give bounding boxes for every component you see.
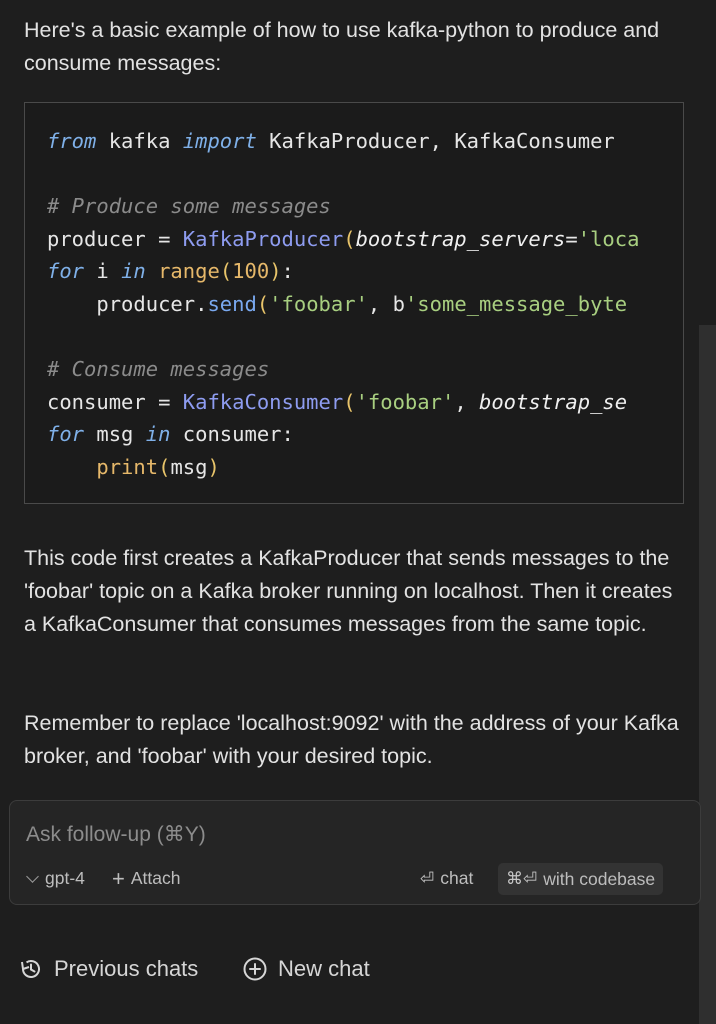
code-token: , — [454, 389, 479, 414]
followup-box: gpt-4 + Attach ⏎ chat ⌘⏎ with codebase — [9, 800, 701, 905]
code-token: ) — [269, 259, 282, 284]
codebase-button[interactable]: ⌘⏎ with codebase — [498, 863, 664, 895]
code-token: bootstrap_servers — [355, 226, 566, 251]
enter-icon: ⏎ — [420, 868, 435, 888]
chevron-down-icon — [26, 869, 39, 883]
code-token: import — [182, 129, 257, 153]
code-token: ) — [207, 454, 220, 479]
code-line: from kafka import KafkaProducer, KafkaCo… — [47, 125, 661, 158]
code-line: for msg in consumer: — [47, 418, 661, 451]
followup-toolbar: gpt-4 + Attach ⏎ chat ⌘⏎ with codebase — [26, 863, 686, 897]
previous-chats-button[interactable]: Previous chats — [18, 956, 198, 982]
code-token: = — [565, 226, 578, 251]
plus-circle-icon — [243, 957, 267, 981]
code-token: , b — [367, 291, 405, 316]
code-token: in — [145, 422, 171, 447]
code-line: producer = KafkaProducer(bootstrap_serve… — [47, 223, 661, 256]
previous-chats-label: Previous chats — [54, 956, 199, 981]
code-token: msg — [170, 454, 208, 479]
code-token: # Produce some messages — [47, 194, 331, 219]
attach-button[interactable]: + Attach — [112, 865, 181, 891]
model-label: gpt-4 — [45, 868, 85, 888]
code-content: from kafka import KafkaProducer, KafkaCo… — [47, 125, 661, 484]
plus-icon: + — [112, 865, 125, 891]
reminder-text: Remember to replace 'localhost:9092' wit… — [24, 711, 679, 768]
code-token: ( — [343, 226, 356, 251]
code-line: for i in range(100): — [47, 255, 661, 288]
code-token: 'some_message_byte — [404, 291, 628, 316]
code-token: 'foobar' — [269, 291, 368, 316]
intro-text: Here's a basic example of how to use kaf… — [24, 18, 660, 75]
code-token: ( — [256, 291, 270, 316]
history-icon — [21, 960, 40, 978]
model-selector[interactable]: gpt-4 — [26, 868, 85, 889]
chat-label: chat — [440, 868, 474, 888]
code-token: send — [207, 291, 257, 316]
new-chat-label: New chat — [278, 956, 370, 981]
command-icon: ⌘⏎ — [506, 869, 538, 888]
code-token: ( — [158, 454, 171, 479]
code-token: kafka — [96, 129, 183, 153]
code-token: for — [47, 422, 85, 447]
code-token: KafkaProducer, KafkaConsumer — [256, 129, 615, 153]
code-token: consumer: — [170, 422, 294, 447]
code-token: bootstrap_se — [479, 389, 628, 414]
code-token: 'foobar' — [355, 389, 455, 414]
code-token: ( — [219, 259, 233, 284]
code-token: # Consume messages — [47, 357, 270, 382]
code-token: print — [96, 454, 159, 479]
code-token: ( — [343, 389, 356, 414]
explanation-text: This code first creates a KafkaProducer … — [24, 546, 673, 636]
code-line: consumer = KafkaConsumer('foobar', boots… — [47, 386, 661, 419]
code-line: # Produce some messages — [47, 190, 661, 223]
code-line: print(msg) — [47, 451, 661, 484]
code-token: i — [84, 259, 122, 284]
scrollbar[interactable] — [699, 325, 716, 1024]
chat-button[interactable]: ⏎ chat — [420, 868, 473, 889]
code-token: in — [121, 259, 146, 284]
code-token: producer = — [47, 226, 183, 251]
code-token: range — [158, 259, 220, 284]
codebase-label: with codebase — [543, 868, 656, 889]
code-token: producer. — [47, 291, 208, 316]
code-block: from kafka import KafkaProducer, KafkaCo… — [24, 102, 684, 504]
code-token: KafkaConsumer — [182, 389, 344, 414]
attach-label: Attach — [130, 868, 181, 888]
followup-input[interactable] — [26, 823, 546, 847]
code-token: from — [47, 129, 97, 153]
code-token: consumer = — [47, 389, 183, 414]
code-line: # Consume messages — [47, 353, 661, 386]
code-token: for — [47, 259, 85, 284]
code-token: : — [281, 259, 294, 284]
code-token: msg — [84, 422, 146, 447]
code-token: KafkaProducer — [182, 226, 344, 251]
code-line: producer.send('foobar', b'some_message_b… — [47, 288, 661, 321]
new-chat-button[interactable]: New chat — [242, 956, 370, 982]
code-token: 100 — [232, 259, 270, 284]
code-token: 'loca — [577, 226, 640, 251]
